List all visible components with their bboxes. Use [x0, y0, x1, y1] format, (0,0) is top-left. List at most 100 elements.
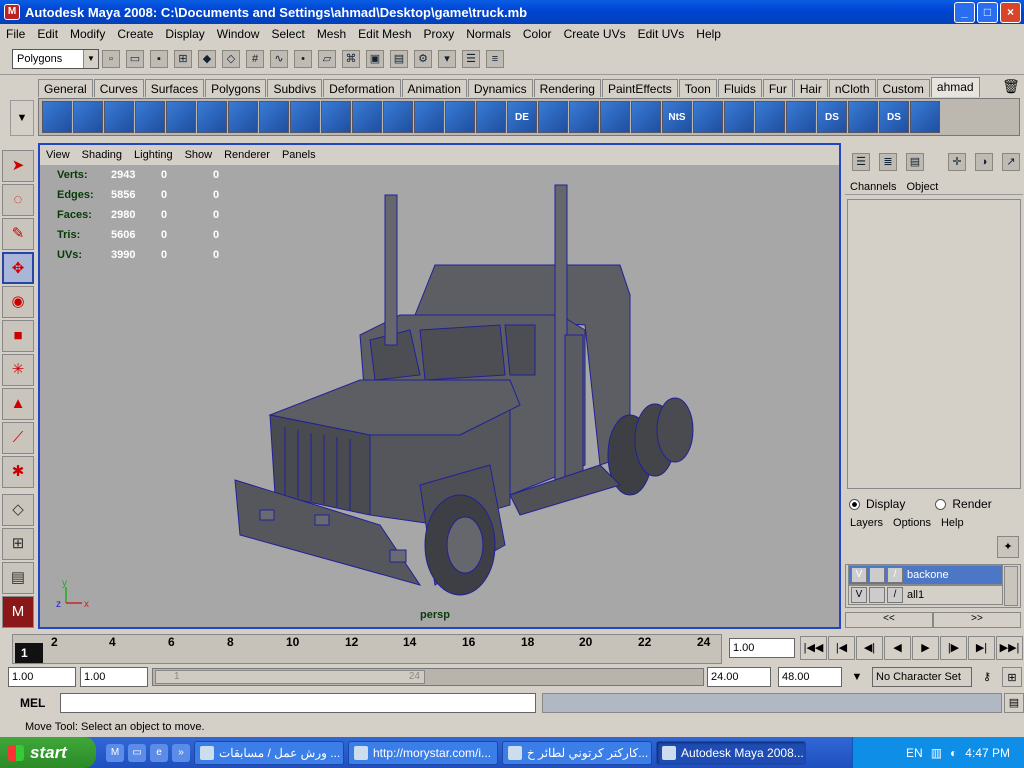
channels-menu[interactable]: Channels — [845, 181, 901, 193]
current-time-marker[interactable]: 1 — [15, 643, 43, 663]
display-layers-radio[interactable]: Display — [849, 497, 905, 511]
shelf-tool-icon[interactable] — [42, 101, 72, 133]
auto-key-icon[interactable]: ⚷ — [976, 667, 998, 687]
tab-animation[interactable]: Animation — [401, 79, 467, 97]
save-scene-icon[interactable]: ▪ — [150, 50, 168, 68]
close-button[interactable]: × — [1000, 2, 1021, 23]
layer-row-all1[interactable]: V / all1 — [848, 585, 1003, 605]
new-layer-icon[interactable]: ✦ — [997, 536, 1019, 558]
snap-plane-icon[interactable]: ▱ — [318, 50, 336, 68]
layer-visibility-toggle[interactable]: V — [851, 567, 867, 583]
manipulator-icon[interactable]: ✛ — [948, 153, 966, 171]
menu-normals[interactable]: Normals — [460, 27, 517, 41]
menu-display[interactable]: Display — [159, 27, 210, 41]
step-back-key-icon[interactable]: |◀ — [828, 636, 855, 660]
perspective-viewport[interactable]: View Shading Lighting Show Renderer Pane… — [38, 143, 841, 629]
shelf-tool-icon[interactable] — [259, 101, 289, 133]
character-set-field[interactable]: No Character Set — [872, 667, 972, 687]
paint-select-tool-icon[interactable]: ✎ — [2, 218, 34, 250]
shading-ball-icon[interactable]: ◑ — [975, 153, 993, 171]
start-button[interactable]: start — [0, 737, 96, 768]
current-frame-field[interactable]: 1.00 — [729, 638, 795, 658]
attribute-list-icon[interactable]: ▤ — [906, 153, 924, 171]
menu-proxy[interactable]: Proxy — [418, 27, 461, 41]
maya-app-icon[interactable]: M — [4, 4, 20, 20]
soft-modification-icon[interactable]: ▲ — [2, 388, 34, 420]
menu-mesh[interactable]: Mesh — [311, 27, 352, 41]
shelf-tool-icon[interactable] — [910, 101, 940, 133]
menu-file[interactable]: File — [0, 27, 31, 41]
construction-history-icon[interactable]: ⌘ — [342, 50, 360, 68]
tab-curves[interactable]: Curves — [93, 79, 144, 97]
select-hierarchy-icon[interactable]: ⊞ — [174, 50, 192, 68]
viewport-menu-show[interactable]: Show — [179, 149, 219, 161]
layer-row-backone[interactable]: V / backone — [848, 565, 1003, 585]
object-menu[interactable]: Object — [901, 181, 943, 193]
play-forwards-icon[interactable]: ▶ — [912, 636, 939, 660]
select-object-icon[interactable]: ◆ — [198, 50, 216, 68]
select-tool-icon[interactable]: ➤ — [2, 150, 34, 182]
shelf-tool-icon[interactable] — [476, 101, 506, 133]
shelf-menu-icon[interactable]: ▼ — [10, 100, 34, 136]
shelf-de-icon[interactable]: DE — [507, 101, 537, 133]
channel-box-toggle-icon[interactable]: ☰ — [462, 50, 480, 68]
channel-box-area[interactable] — [847, 199, 1021, 489]
range-slider-handle[interactable]: 1 24 — [155, 670, 425, 684]
shelf-tool-icon[interactable] — [135, 101, 165, 133]
network-icon[interactable]: ▥ — [931, 746, 942, 760]
layer-editor-icon[interactable]: ≣ — [879, 153, 897, 171]
shelf-trash-icon[interactable]: 🗑 — [1002, 78, 1020, 96]
tab-subdivs[interactable]: Subdivs — [267, 79, 323, 97]
single-perspective-layout-icon[interactable]: ◇ — [2, 494, 34, 526]
tab-polygons[interactable]: Polygons — [205, 79, 267, 97]
playback-end-field[interactable]: 24.00 — [707, 667, 771, 687]
menu-set-dropdown[interactable]: Polygons — [12, 49, 99, 69]
script-editor-icon[interactable]: ▤ — [1004, 693, 1024, 713]
go-to-start-icon[interactable]: |◀◀ — [800, 636, 827, 660]
attribute-editor-toggle-icon[interactable]: ≡ — [486, 50, 504, 68]
options-menu[interactable]: Options — [888, 517, 936, 529]
menu-edit-mesh[interactable]: Edit Mesh — [352, 27, 417, 41]
menu-edit[interactable]: Edit — [31, 27, 64, 41]
channel-box-icon[interactable]: ☰ — [852, 153, 870, 171]
task-morystar[interactable]: http://morystar.com/i... — [348, 740, 498, 765]
step-forward-frame-icon[interactable]: |▶ — [940, 636, 967, 660]
shelf-tool-icon[interactable] — [538, 101, 568, 133]
scale-tool-icon[interactable]: ■ — [2, 320, 34, 352]
menu-select[interactable]: Select — [265, 27, 310, 41]
shelf-tool-icon[interactable] — [290, 101, 320, 133]
viewport-menu-lighting[interactable]: Lighting — [128, 149, 179, 161]
task-forum[interactable]: ورش عمل / مسابقات ... — [194, 740, 344, 765]
open-scene-icon[interactable]: ▭ — [126, 50, 144, 68]
show-manipulator-icon[interactable]: ⟋ — [2, 422, 34, 454]
shelf-tool-icon[interactable] — [321, 101, 351, 133]
tab-ncloth[interactable]: nCloth — [828, 79, 876, 97]
tab-custom[interactable]: Custom — [876, 79, 930, 97]
shelf-tool-icon[interactable] — [848, 101, 878, 133]
lasso-tool-icon[interactable]: ◌ — [2, 184, 34, 216]
layer-visibility-toggle[interactable]: V — [851, 587, 867, 603]
tab-dynamics[interactable]: Dynamics — [467, 79, 533, 97]
tab-toon[interactable]: Toon — [678, 79, 717, 97]
animation-end-field[interactable]: 48.00 — [778, 667, 842, 687]
shelf-tool-icon[interactable] — [414, 101, 444, 133]
shelf-tool-icon[interactable] — [352, 101, 382, 133]
viewport-menu-panels[interactable]: Panels — [276, 149, 322, 161]
layer-prev-button[interactable]: << — [845, 612, 933, 628]
viewport-menu-shading[interactable]: Shading — [76, 149, 128, 161]
tab-fur[interactable]: Fur — [762, 79, 793, 97]
show-desktop-icon[interactable]: ▭ — [128, 743, 146, 762]
new-scene-icon[interactable]: ▫ — [102, 50, 120, 68]
menu-color[interactable]: Color — [517, 27, 558, 41]
shelf-tool-icon[interactable] — [631, 101, 661, 133]
menu-modify[interactable]: Modify — [64, 27, 111, 41]
quicklaunch-more-icon[interactable]: » — [172, 743, 190, 762]
go-to-end-icon[interactable]: ▶▶| — [996, 636, 1023, 660]
language-indicator[interactable]: EN — [906, 746, 923, 760]
tab-surfaces[interactable]: Surfaces — [144, 79, 205, 97]
animation-prefs-icon[interactable]: ⊞ — [1002, 667, 1022, 687]
ipr-render-icon[interactable]: ▤ — [390, 50, 408, 68]
mel-input[interactable] — [60, 693, 536, 713]
shelf-tool-icon[interactable] — [445, 101, 475, 133]
help-menu[interactable]: Help — [936, 517, 969, 529]
